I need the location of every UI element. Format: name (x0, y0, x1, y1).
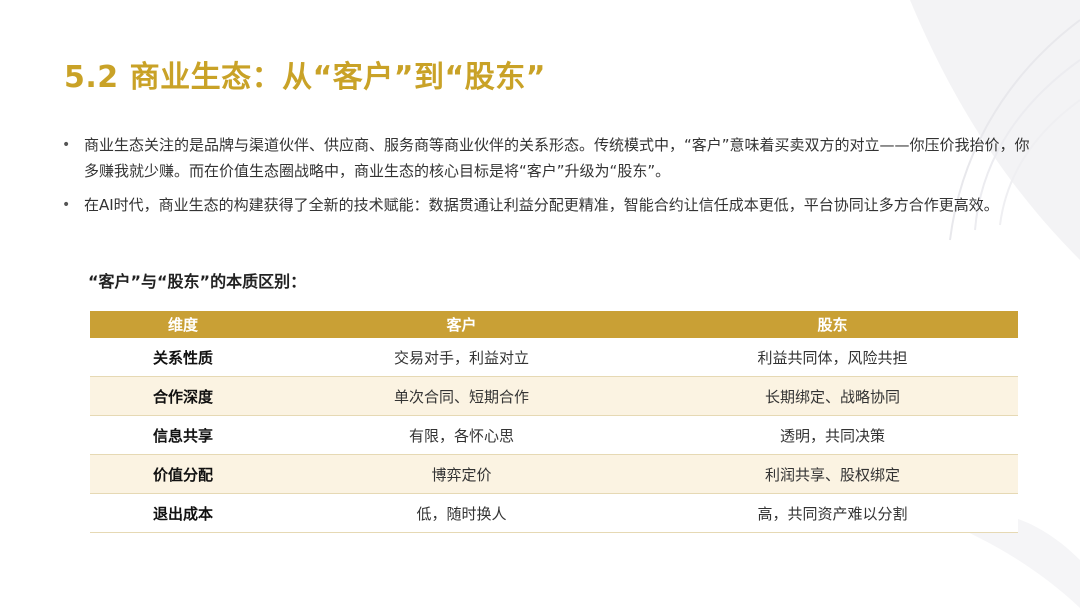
row-shareholder: 利益共同体，风险共担 (647, 338, 1018, 377)
table-row: 合作深度 单次合同、短期合作 长期绑定、战略协同 (90, 376, 1018, 416)
bullet-text: 商业生态关注的是品牌与渠道伙伴、供应商、服务商等商业伙伴的关系形态。传统模式中，… (84, 136, 1030, 180)
row-dimension: 合作深度 (90, 376, 276, 416)
row-customer: 交易对手，利益对立 (276, 338, 647, 377)
row-dimension: 价值分配 (90, 454, 276, 494)
table-row: 信息共享 有限，各怀心思 透明，共同决策 (90, 415, 1018, 455)
header-customer: 客户 (276, 311, 647, 338)
table-row: 退出成本 低，随时换人 高，共同资产难以分割 (90, 493, 1018, 533)
table-caption: “客户”与“股东”的本质区别： (88, 272, 307, 291)
row-shareholder: 利润共享、股权绑定 (647, 454, 1018, 494)
row-shareholder: 高，共同资产难以分割 (647, 493, 1018, 533)
row-dimension: 信息共享 (90, 415, 276, 455)
bullet-item: • 在AI时代，商业生态的构建获得了全新的技术赋能：数据贯通让利益分配更精准，智… (60, 192, 1040, 218)
bullet-item: • 商业生态关注的是品牌与渠道伙伴、供应商、服务商等商业伙伴的关系形态。传统模式… (60, 132, 1040, 184)
row-customer: 博弈定价 (276, 454, 647, 494)
row-shareholder: 透明，共同决策 (647, 415, 1018, 455)
bullet-list: • 商业生态关注的是品牌与渠道伙伴、供应商、服务商等商业伙伴的关系形态。传统模式… (60, 132, 1040, 226)
table-row: 关系性质 交易对手，利益对立 利益共同体，风险共担 (90, 338, 1018, 377)
row-customer: 低，随时换人 (276, 493, 647, 533)
row-dimension: 退出成本 (90, 493, 276, 533)
table-row: 价值分配 博弈定价 利润共享、股权绑定 (90, 454, 1018, 494)
bullet-dot-icon: • (62, 137, 71, 153)
row-dimension: 关系性质 (90, 338, 276, 377)
comparison-table: 维度 客户 股东 关系性质 交易对手，利益对立 利益共同体，风险共担 合作深度 … (90, 311, 1018, 533)
row-shareholder: 长期绑定、战略协同 (647, 376, 1018, 416)
bullet-text: 在AI时代，商业生态的构建获得了全新的技术赋能：数据贯通让利益分配更精准，智能合… (84, 196, 999, 214)
header-shareholder: 股东 (647, 311, 1018, 338)
row-customer: 单次合同、短期合作 (276, 376, 647, 416)
slide-title: 5.2 商业生态：从“客户”到“股东” (64, 60, 546, 95)
row-customer: 有限，各怀心思 (276, 415, 647, 455)
header-dimension: 维度 (90, 311, 276, 338)
table-header-row: 维度 客户 股东 (90, 311, 1018, 338)
bullet-dot-icon: • (62, 197, 71, 213)
